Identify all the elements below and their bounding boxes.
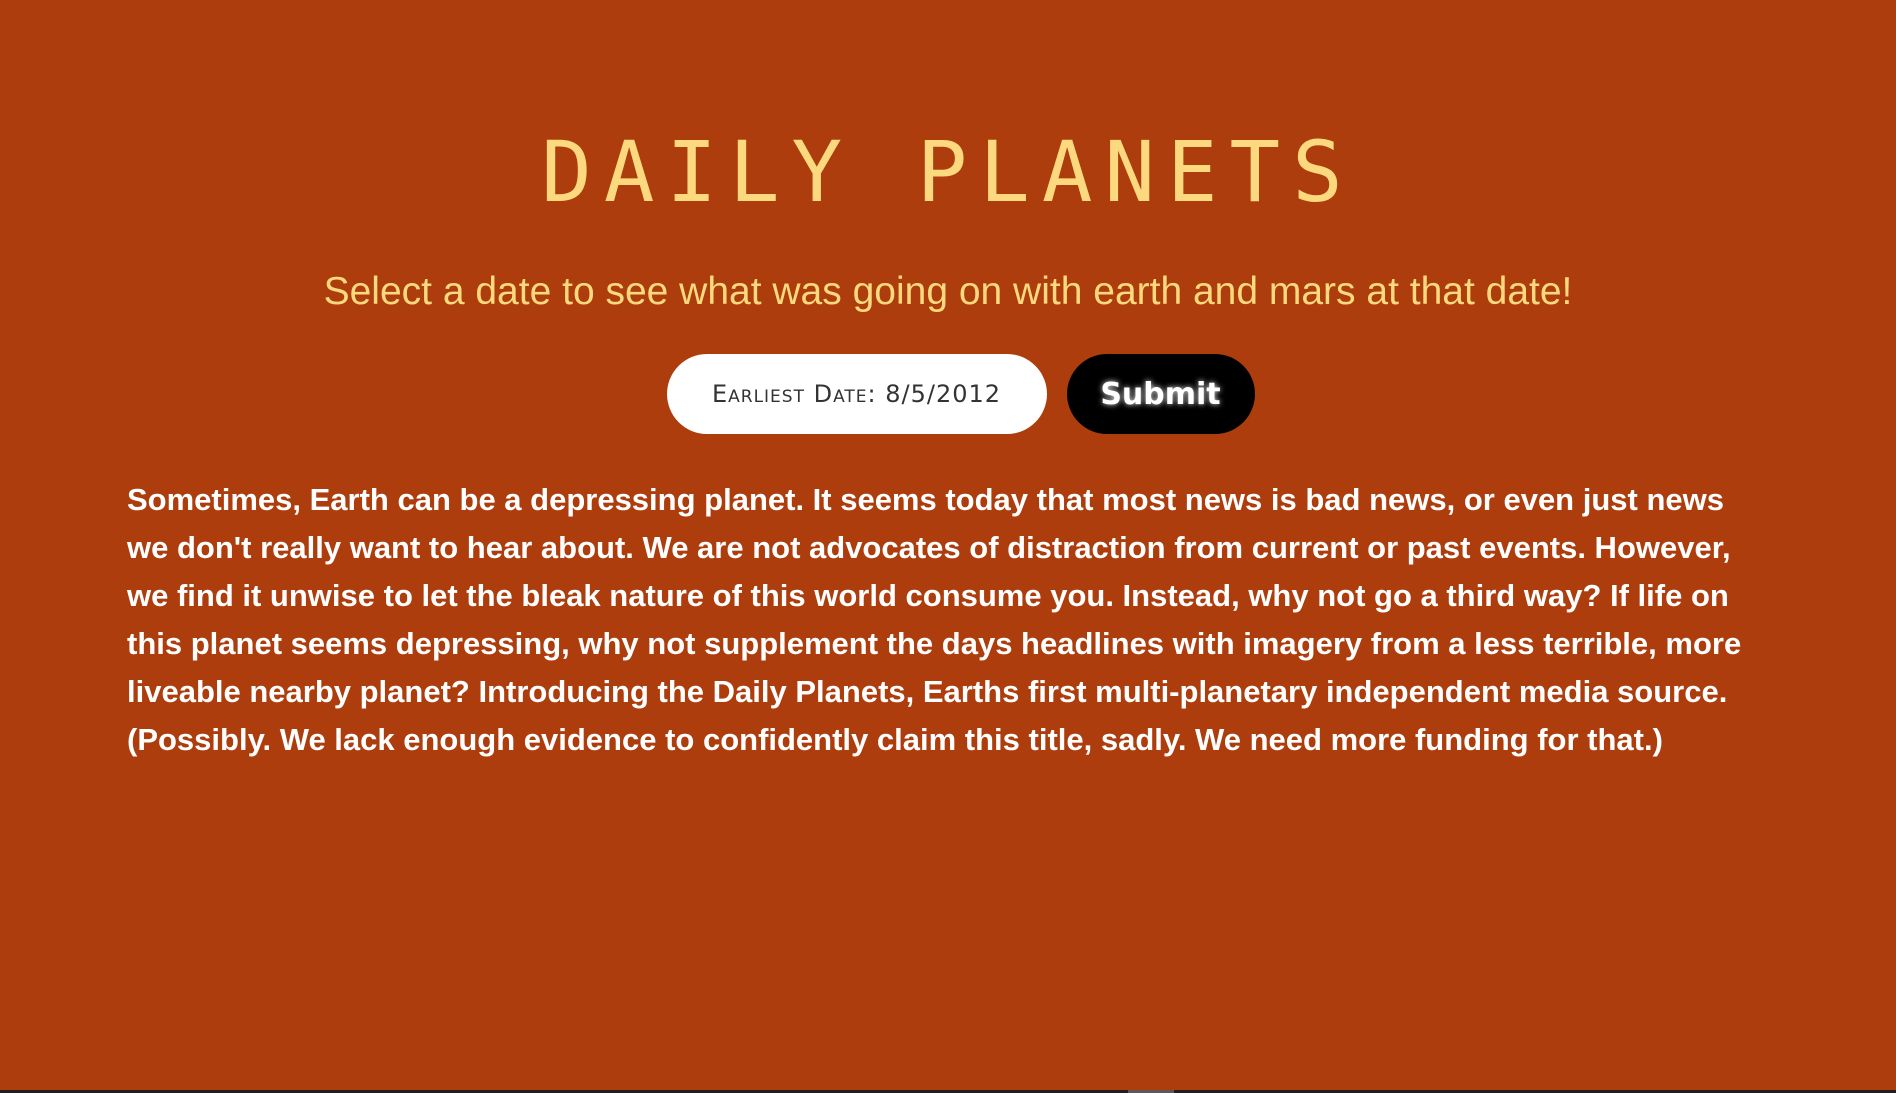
page: DAILY PLANETS Select a date to see what … — [0, 0, 1896, 1093]
page-subtitle: Select a date to see what was going on w… — [323, 270, 1573, 313]
submit-button[interactable]: Submit — [1066, 354, 1255, 434]
intro-paragraph: Sometimes, Earth can be a depressing pla… — [127, 482, 1742, 757]
date-form: Submit — [0, 354, 1896, 434]
date-input[interactable] — [666, 354, 1047, 434]
page-title: DAILY PLANETS — [541, 123, 1355, 221]
